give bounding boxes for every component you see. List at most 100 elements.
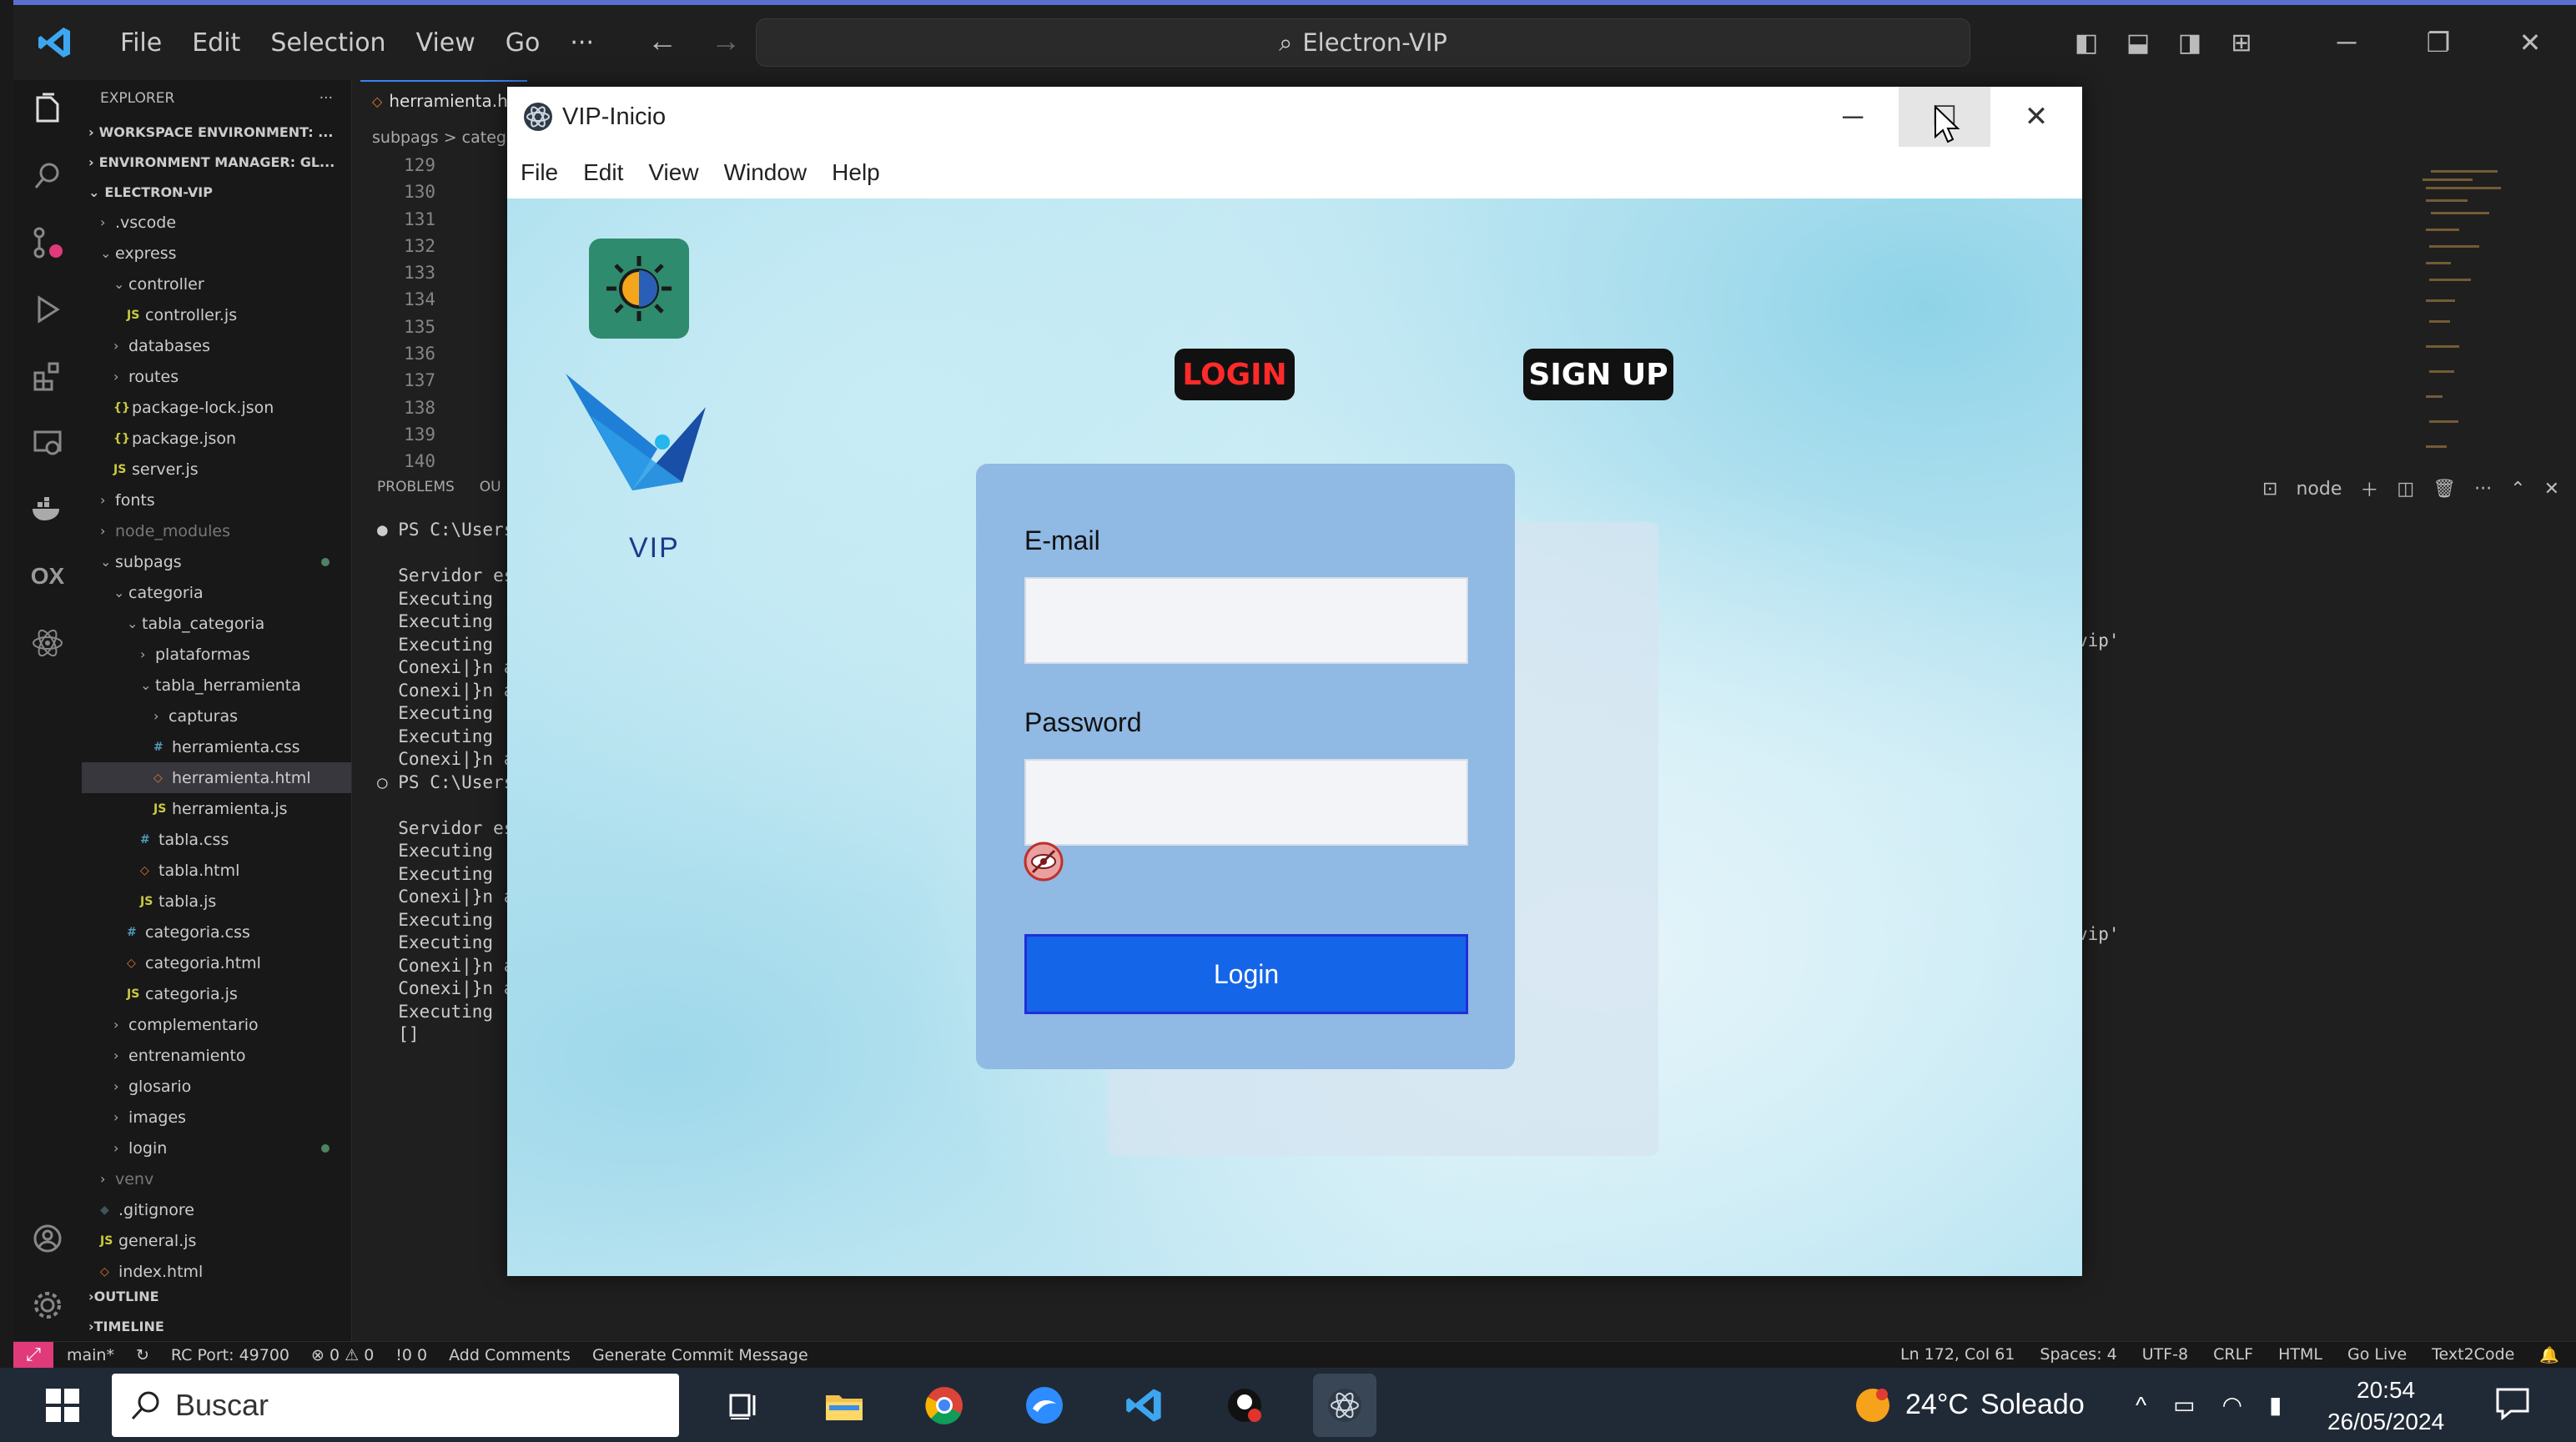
status-item[interactable]: Ln 172, Col 61	[1900, 1345, 2015, 1364]
file-item[interactable]: {} package.json	[82, 423, 351, 454]
app-menu-item[interactable]: Edit	[583, 159, 623, 186]
back-arrow-icon[interactable]: ←	[647, 23, 677, 58]
toggle-panel-icon[interactable]: ⬓	[2112, 28, 2164, 58]
explorer-bottom-section[interactable]: › OUTLINE	[82, 1281, 351, 1311]
accounts-icon[interactable]	[27, 1218, 68, 1259]
menu-item-0[interactable]: File	[105, 28, 177, 58]
terminal-name[interactable]: node	[2296, 479, 2342, 500]
file-item[interactable]: ◇ tabla.html	[82, 855, 351, 886]
wifi-icon[interactable]: ◠	[2222, 1391, 2242, 1419]
status-item[interactable]: ⊗ 0 ⚠ 0	[311, 1346, 374, 1364]
status-item[interactable]: CRLF	[2213, 1345, 2253, 1364]
menu-item-1[interactable]: Edit	[177, 28, 255, 58]
editor-tab[interactable]: ◇ herramienta.h	[360, 80, 527, 120]
clock[interactable]: 20:54 26/05/2024	[2327, 1374, 2444, 1438]
file-item[interactable]: ◇ categoria.html	[82, 947, 351, 978]
app-menu-item[interactable]: Window	[724, 159, 808, 186]
remote-explorer-icon[interactable]	[27, 422, 68, 464]
file-item[interactable]: JS tabla.js	[82, 886, 351, 917]
file-item[interactable]: ◇ herramienta.html	[82, 762, 351, 793]
panel-more-icon[interactable]: ···	[2474, 479, 2492, 500]
status-item[interactable]: HTML	[2278, 1345, 2322, 1364]
kill-terminal-icon[interactable]: 🗑	[2433, 479, 2456, 500]
github-desktop-icon[interactable]	[1213, 1374, 1276, 1437]
close-panel-icon[interactable]: ✕	[2544, 479, 2559, 500]
login-submit-button[interactable]: Login	[1024, 934, 1468, 1014]
explorer-section[interactable]: › WORKSPACE ENVIRONMENT: ...	[82, 117, 351, 147]
forward-arrow-icon[interactable]: →	[711, 23, 741, 58]
minimize-icon[interactable]: ─	[2301, 27, 2392, 58]
terminal-output[interactable]: ● PS C:\Users\ Servidor esc Executing (d…	[377, 519, 525, 1047]
file-item[interactable]: JS general.js	[82, 1225, 351, 1256]
remote-indicator-icon[interactable]: ⤢	[13, 1341, 53, 1369]
folder-item[interactable]: › plataformas	[82, 639, 351, 670]
file-item[interactable]: {} package-lock.json	[82, 392, 351, 423]
chrome-icon[interactable]	[913, 1374, 976, 1437]
maximize-panel-icon[interactable]: ⌃	[2510, 479, 2525, 500]
folder-item[interactable]: › databases	[82, 330, 351, 361]
restore-icon[interactable]: ❐	[2392, 27, 2484, 58]
status-item[interactable]: Add Comments	[449, 1346, 571, 1364]
app-menu-item[interactable]: File	[521, 159, 558, 186]
status-item[interactable]: Generate Commit Message	[592, 1346, 808, 1364]
electron-app-icon[interactable]	[1313, 1373, 1376, 1437]
file-item[interactable]: # tabla.css	[82, 824, 351, 855]
nav-login-button[interactable]: LOGIN	[1175, 349, 1295, 400]
show-password-icon[interactable]	[1023, 841, 1064, 882]
folder-item[interactable]: ⌄ tabla_herramienta	[82, 670, 351, 701]
app-menu-item[interactable]: Help	[832, 159, 880, 186]
menu-item-4[interactable]: Go	[491, 28, 556, 58]
run-debug-icon[interactable]	[27, 289, 68, 330]
microphone-icon[interactable]: ▮	[2269, 1391, 2282, 1419]
close-icon[interactable]: ✕	[1990, 87, 2082, 147]
new-terminal-icon[interactable]: ＋	[2360, 475, 2378, 502]
explorer-section[interactable]: › ENVIRONMENT MANAGER: GL...	[82, 147, 351, 177]
status-item[interactable]: ↻	[136, 1346, 149, 1364]
close-icon[interactable]: ✕	[2484, 27, 2576, 58]
messenger-app-icon[interactable]	[1013, 1374, 1076, 1437]
theme-toggle-button[interactable]	[589, 239, 689, 339]
file-explorer-icon[interactable]	[813, 1374, 876, 1437]
panel-tab[interactable]: OU	[480, 479, 501, 495]
file-item[interactable]: JS categoria.js	[82, 978, 351, 1009]
file-item[interactable]: ◆ .gitignore	[82, 1194, 351, 1225]
folder-item[interactable]: ⌄ categoria	[82, 577, 351, 608]
status-item[interactable]: Text2Code	[2432, 1345, 2514, 1364]
settings-gear-icon[interactable]	[27, 1284, 68, 1326]
menu-item-2[interactable]: Selection	[255, 28, 400, 58]
bell-icon[interactable]: 🔔	[2539, 1345, 2559, 1364]
email-field[interactable]	[1024, 577, 1468, 664]
vscode-taskbar-icon[interactable]	[1113, 1374, 1176, 1437]
react-icon[interactable]	[27, 622, 68, 664]
folder-item[interactable]: › entrenamiento	[82, 1040, 351, 1071]
file-item[interactable]: # herramienta.css	[82, 731, 351, 762]
file-item[interactable]: JS herramienta.js	[82, 793, 351, 824]
split-terminal-icon[interactable]: ◫	[2397, 479, 2414, 500]
status-item[interactable]: Go Live	[2347, 1345, 2407, 1364]
folder-item[interactable]: › .vscode	[82, 207, 351, 238]
folder-item[interactable]: › node_modules	[82, 515, 351, 546]
toggle-secondary-sidebar-icon[interactable]: ◨	[2164, 28, 2216, 58]
toggle-sidebar-icon[interactable]: ◧	[2060, 28, 2112, 58]
chevron-up-icon[interactable]: ^	[2136, 1392, 2146, 1419]
file-item[interactable]: JS server.js	[82, 454, 351, 485]
battery-icon[interactable]: ▭	[2173, 1391, 2195, 1419]
search-icon[interactable]	[27, 155, 68, 197]
breadcrumb[interactable]: subpags > categ	[372, 128, 506, 147]
status-item[interactable]: Spaces: 4	[2040, 1345, 2116, 1364]
customize-layout-icon[interactable]: ⊞	[2216, 28, 2267, 58]
minimize-icon[interactable]: ─	[1807, 87, 1899, 147]
nav-signup-button[interactable]: SIGN UP	[1523, 349, 1673, 400]
folder-item[interactable]: › glosario	[82, 1071, 351, 1102]
task-view-icon[interactable]	[712, 1374, 776, 1437]
status-item[interactable]: main*	[67, 1346, 114, 1364]
docker-icon[interactable]	[27, 489, 68, 530]
folder-item[interactable]: › fonts	[82, 485, 351, 515]
extensions-icon[interactable]	[27, 355, 68, 397]
status-item[interactable]: UTF-8	[2142, 1345, 2188, 1364]
windows-start-icon[interactable]	[33, 1376, 92, 1434]
minimap[interactable]	[2414, 153, 2514, 470]
folder-item[interactable]: ⌄ express	[82, 238, 351, 269]
folder-item[interactable]: › capturas	[82, 701, 351, 731]
folder-item[interactable]: ⌄ controller	[82, 269, 351, 299]
